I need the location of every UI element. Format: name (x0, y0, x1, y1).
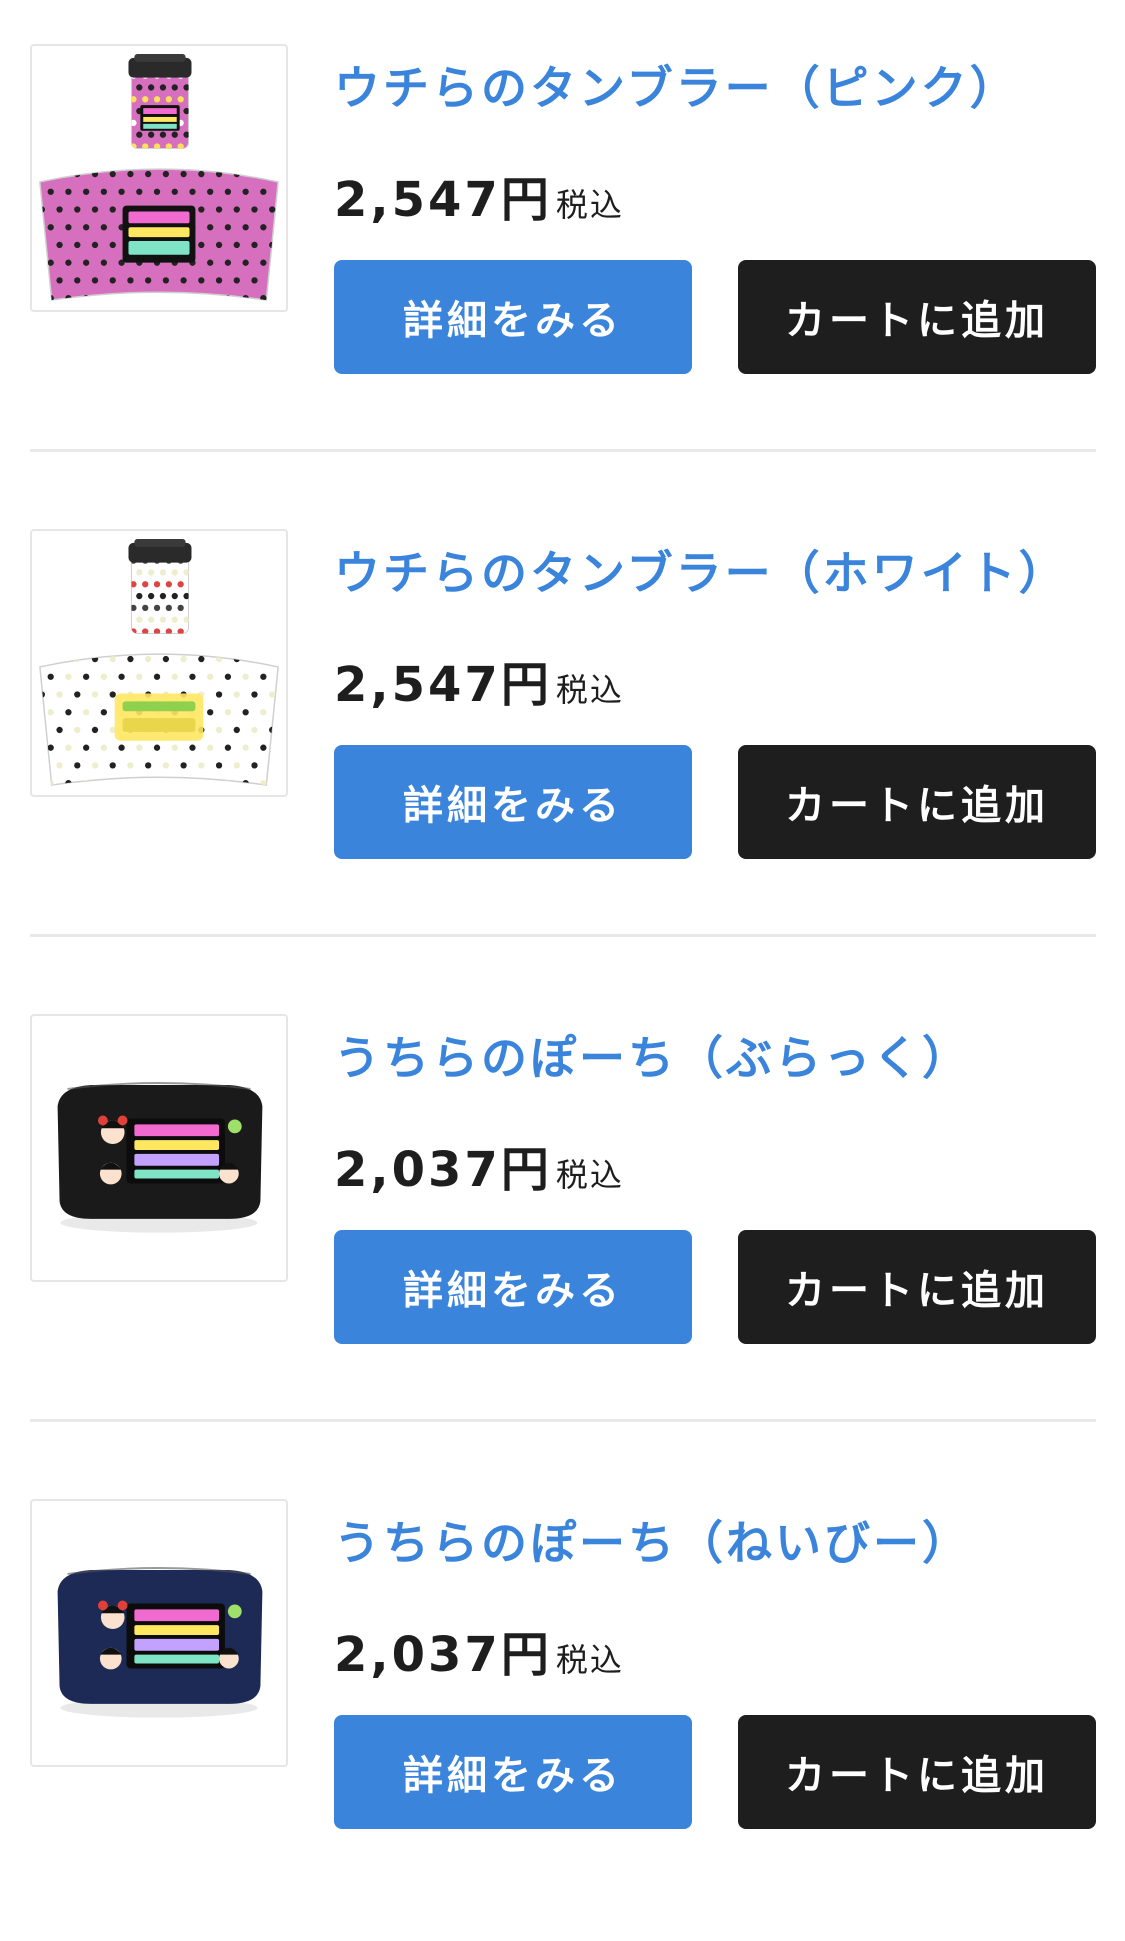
divider (30, 1419, 1096, 1422)
tax-label: 税込 (555, 1156, 624, 1194)
add-to-cart-button[interactable]: カートに追加 (738, 260, 1096, 374)
pouch-image (57, 1082, 263, 1233)
product-thumbnail[interactable] (30, 529, 288, 797)
product-card: うちらのぽーち（ぶらっく） 2,037円 税込 詳細をみる カートに追加 (0, 970, 1125, 1456)
product-card: うちらのぽーち（ねいびー） 2,037円 税込 詳細をみる カートに追加 (0, 1455, 1125, 1941)
product-title[interactable]: うちらのぽーち（ぶらっく） (334, 1022, 971, 1088)
product-price: 2,547円 税込 (334, 645, 624, 715)
product-card: ウチらのタンブラー（ピンク） 2,547円 税込 詳細をみる カートに追加 (0, 0, 1125, 486)
product-price: 2,547円 税込 (334, 160, 624, 230)
product-card: ウチらのタンブラー（ホワイト） 2,547円 税込 詳細をみる カートに追加 (0, 485, 1125, 971)
tumbler-image (39, 538, 279, 786)
divider (30, 934, 1096, 937)
product-title[interactable]: うちらのぽーち（ねいびー） (334, 1507, 971, 1573)
view-details-button[interactable]: 詳細をみる (334, 260, 692, 374)
tumbler-image (39, 53, 279, 301)
price-value: 2,547円 (334, 657, 552, 713)
product-title[interactable]: ウチらのタンブラー（ホワイト） (334, 537, 1068, 603)
price-value: 2,037円 (334, 1142, 552, 1198)
product-thumbnail[interactable] (30, 1014, 288, 1282)
price-value: 2,547円 (334, 172, 552, 228)
product-thumbnail[interactable] (30, 1499, 288, 1767)
product-price: 2,037円 税込 (334, 1130, 624, 1200)
add-to-cart-button[interactable]: カートに追加 (738, 745, 1096, 859)
tax-label: 税込 (555, 186, 624, 224)
view-details-button[interactable]: 詳細をみる (334, 1715, 692, 1829)
view-details-button[interactable]: 詳細をみる (334, 1230, 692, 1344)
price-value: 2,037円 (334, 1627, 552, 1683)
product-price: 2,037円 税込 (334, 1615, 624, 1685)
add-to-cart-button[interactable]: カートに追加 (738, 1715, 1096, 1829)
add-to-cart-button[interactable]: カートに追加 (738, 1230, 1096, 1344)
view-details-button[interactable]: 詳細をみる (334, 745, 692, 859)
tax-label: 税込 (555, 1641, 624, 1679)
product-thumbnail[interactable] (30, 44, 288, 312)
pouch-image (57, 1567, 263, 1718)
tax-label: 税込 (555, 671, 624, 709)
product-title[interactable]: ウチらのタンブラー（ピンク） (334, 52, 1019, 118)
divider (30, 449, 1096, 452)
